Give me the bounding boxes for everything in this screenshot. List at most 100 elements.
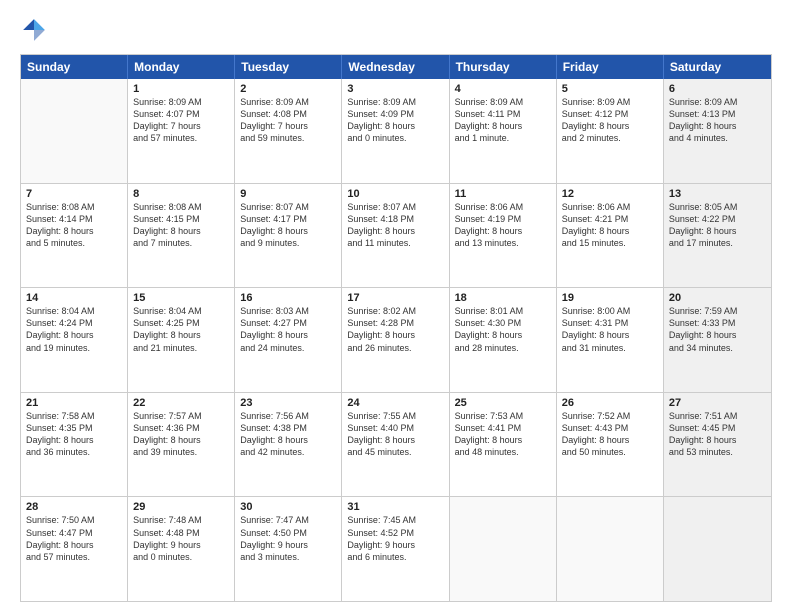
sunrise-text: Sunrise: 8:01 AM [455,305,551,317]
calendar-header: SundayMondayTuesdayWednesdayThursdayFrid… [21,55,771,79]
sunset-text: Sunset: 4:21 PM [562,213,658,225]
calendar-row-1: 7Sunrise: 8:08 AMSunset: 4:14 PMDaylight… [21,183,771,288]
calendar-row-3: 21Sunrise: 7:58 AMSunset: 4:35 PMDayligh… [21,392,771,497]
daylight-text: Daylight: 8 hours [669,434,766,446]
sunrise-text: Sunrise: 8:02 AM [347,305,443,317]
day-number: 16 [240,292,336,304]
sunrise-text: Sunrise: 8:09 AM [347,96,443,108]
daylight-text-2: and 11 minutes. [347,237,443,249]
day-number: 11 [455,188,551,200]
sunset-text: Sunset: 4:15 PM [133,213,229,225]
logo-icon [20,16,48,44]
daylight-text-2: and 57 minutes. [133,132,229,144]
sunrise-text: Sunrise: 8:08 AM [133,201,229,213]
daylight-text-2: and 42 minutes. [240,446,336,458]
day-number: 26 [562,397,658,409]
day-number: 5 [562,83,658,95]
daylight-text: Daylight: 8 hours [133,329,229,341]
daylight-text: Daylight: 7 hours [133,120,229,132]
sunrise-text: Sunrise: 7:58 AM [26,410,122,422]
daylight-text: Daylight: 9 hours [133,539,229,551]
calendar-cell [557,497,664,601]
calendar-cell: 4Sunrise: 8:09 AMSunset: 4:11 PMDaylight… [450,79,557,183]
day-number: 10 [347,188,443,200]
calendar-cell: 27Sunrise: 7:51 AMSunset: 4:45 PMDayligh… [664,393,771,497]
daylight-text-2: and 50 minutes. [562,446,658,458]
sunrise-text: Sunrise: 8:03 AM [240,305,336,317]
sunrise-text: Sunrise: 8:09 AM [669,96,766,108]
daylight-text: Daylight: 8 hours [240,434,336,446]
day-number: 20 [669,292,766,304]
calendar-cell: 25Sunrise: 7:53 AMSunset: 4:41 PMDayligh… [450,393,557,497]
day-number: 21 [26,397,122,409]
daylight-text: Daylight: 8 hours [133,434,229,446]
daylight-text-2: and 7 minutes. [133,237,229,249]
daylight-text: Daylight: 7 hours [240,120,336,132]
daylight-text-2: and 15 minutes. [562,237,658,249]
sunset-text: Sunset: 4:41 PM [455,422,551,434]
day-number: 23 [240,397,336,409]
calendar-cell: 11Sunrise: 8:06 AMSunset: 4:19 PMDayligh… [450,184,557,288]
daylight-text: Daylight: 8 hours [26,539,122,551]
calendar-cell [664,497,771,601]
daylight-text-2: and 0 minutes. [133,551,229,563]
calendar-cell: 22Sunrise: 7:57 AMSunset: 4:36 PMDayligh… [128,393,235,497]
calendar-cell: 2Sunrise: 8:09 AMSunset: 4:08 PMDaylight… [235,79,342,183]
daylight-text: Daylight: 8 hours [562,329,658,341]
sunrise-text: Sunrise: 7:52 AM [562,410,658,422]
calendar-cell: 21Sunrise: 7:58 AMSunset: 4:35 PMDayligh… [21,393,128,497]
daylight-text: Daylight: 8 hours [26,434,122,446]
day-number: 7 [26,188,122,200]
daylight-text-2: and 36 minutes. [26,446,122,458]
calendar-row-0: 1Sunrise: 8:09 AMSunset: 4:07 PMDaylight… [21,79,771,183]
sunrise-text: Sunrise: 8:09 AM [240,96,336,108]
daylight-text-2: and 9 minutes. [240,237,336,249]
sunset-text: Sunset: 4:43 PM [562,422,658,434]
sunrise-text: Sunrise: 8:06 AM [562,201,658,213]
calendar-cell: 9Sunrise: 8:07 AMSunset: 4:17 PMDaylight… [235,184,342,288]
daylight-text-2: and 57 minutes. [26,551,122,563]
daylight-text-2: and 3 minutes. [240,551,336,563]
daylight-text-2: and 31 minutes. [562,342,658,354]
daylight-text: Daylight: 8 hours [26,225,122,237]
daylight-text-2: and 0 minutes. [347,132,443,144]
sunrise-text: Sunrise: 8:05 AM [669,201,766,213]
calendar-cell: 16Sunrise: 8:03 AMSunset: 4:27 PMDayligh… [235,288,342,392]
sunrise-text: Sunrise: 7:59 AM [669,305,766,317]
sunrise-text: Sunrise: 7:56 AM [240,410,336,422]
calendar-cell: 3Sunrise: 8:09 AMSunset: 4:09 PMDaylight… [342,79,449,183]
daylight-text-2: and 24 minutes. [240,342,336,354]
daylight-text-2: and 17 minutes. [669,237,766,249]
daylight-text: Daylight: 8 hours [240,329,336,341]
daylight-text-2: and 48 minutes. [455,446,551,458]
header-day-sunday: Sunday [21,55,128,79]
sunrise-text: Sunrise: 8:08 AM [26,201,122,213]
sunrise-text: Sunrise: 7:53 AM [455,410,551,422]
sunset-text: Sunset: 4:22 PM [669,213,766,225]
calendar-body: 1Sunrise: 8:09 AMSunset: 4:07 PMDaylight… [21,79,771,601]
calendar: SundayMondayTuesdayWednesdayThursdayFrid… [20,54,772,602]
sunrise-text: Sunrise: 7:47 AM [240,514,336,526]
sunrise-text: Sunrise: 8:07 AM [240,201,336,213]
daylight-text: Daylight: 8 hours [562,225,658,237]
daylight-text-2: and 1 minute. [455,132,551,144]
sunrise-text: Sunrise: 8:00 AM [562,305,658,317]
calendar-cell: 26Sunrise: 7:52 AMSunset: 4:43 PMDayligh… [557,393,664,497]
day-number: 14 [26,292,122,304]
daylight-text: Daylight: 8 hours [455,329,551,341]
daylight-text: Daylight: 9 hours [347,539,443,551]
sunset-text: Sunset: 4:38 PM [240,422,336,434]
sunset-text: Sunset: 4:31 PM [562,317,658,329]
sunrise-text: Sunrise: 8:04 AM [26,305,122,317]
sunrise-text: Sunrise: 8:06 AM [455,201,551,213]
daylight-text-2: and 13 minutes. [455,237,551,249]
sunset-text: Sunset: 4:18 PM [347,213,443,225]
sunrise-text: Sunrise: 8:07 AM [347,201,443,213]
daylight-text-2: and 34 minutes. [669,342,766,354]
sunrise-text: Sunrise: 8:09 AM [133,96,229,108]
daylight-text-2: and 4 minutes. [669,132,766,144]
calendar-cell [450,497,557,601]
calendar-cell: 23Sunrise: 7:56 AMSunset: 4:38 PMDayligh… [235,393,342,497]
day-number: 3 [347,83,443,95]
calendar-cell: 19Sunrise: 8:00 AMSunset: 4:31 PMDayligh… [557,288,664,392]
